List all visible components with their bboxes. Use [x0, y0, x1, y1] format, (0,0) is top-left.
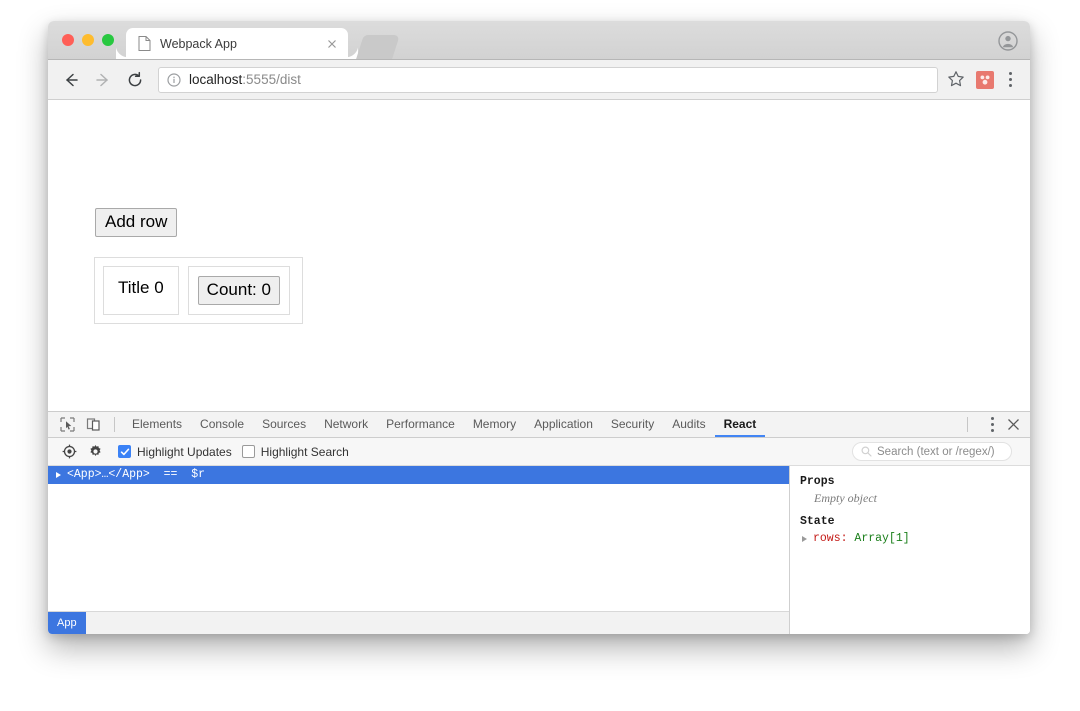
tab-network[interactable]: Network: [315, 412, 377, 437]
browser-window: Webpack App: [48, 21, 1030, 634]
arrow-left-icon[interactable]: [58, 67, 84, 93]
react-panel-body: <App>…</App> == $r App Props Empty objec…: [48, 466, 1030, 634]
tab-audits[interactable]: Audits: [663, 412, 714, 437]
react-tree-pane: <App>…</App> == $r App: [48, 466, 790, 634]
url-host: localhost: [189, 72, 242, 87]
three-dot-menu-icon[interactable]: [1000, 69, 1020, 91]
devtools-more-menu-icon[interactable]: [982, 414, 1002, 436]
extension-icon[interactable]: [976, 71, 994, 89]
checkbox-box-checked: [118, 445, 131, 458]
close-window-button[interactable]: [62, 34, 74, 46]
tab-performance[interactable]: Performance: [377, 412, 464, 437]
toolbar-divider: [114, 417, 115, 432]
checkbox-box-unchecked: [242, 445, 255, 458]
tab-elements[interactable]: Elements: [123, 412, 191, 437]
tab-sources[interactable]: Sources: [253, 412, 315, 437]
highlight-search-label: Highlight Search: [261, 445, 349, 459]
search-placeholder: Search (text or /regex/): [877, 446, 995, 458]
maximize-window-button[interactable]: [102, 34, 114, 46]
row-container: Title 0 Count: 0: [94, 257, 303, 324]
breadcrumb: App: [48, 611, 789, 634]
count-button[interactable]: Count: 0: [198, 276, 280, 305]
triangle-right-icon[interactable]: [56, 472, 61, 478]
address-bar-url: localhost:5555/dist: [189, 72, 301, 87]
highlight-updates-label: Highlight Updates: [137, 445, 232, 459]
row-title: Title 0: [103, 266, 179, 315]
browser-tab-title: Webpack App: [160, 37, 324, 51]
tab-security[interactable]: Security: [602, 412, 663, 437]
state-value: Array[1]: [854, 530, 909, 547]
search-input[interactable]: Search (text or /regex/): [852, 442, 1012, 461]
react-detail-pane: Props Empty object State rows: Array[1]: [790, 466, 1030, 634]
tree-row-app[interactable]: <App>…</App> == $r: [48, 466, 789, 484]
crosshair-target-icon[interactable]: [56, 440, 82, 464]
toolbar-divider-right: [967, 417, 968, 432]
triangle-right-icon[interactable]: [802, 536, 807, 542]
page-document-icon: [138, 36, 151, 51]
profile-avatar-icon[interactable]: [998, 31, 1018, 51]
highlight-search-checkbox[interactable]: Highlight Search: [242, 445, 349, 459]
window-controls: [62, 34, 114, 46]
star-icon[interactable]: [946, 69, 968, 91]
state-heading: State: [800, 514, 1030, 530]
tab-react[interactable]: React: [715, 412, 766, 437]
highlight-updates-checkbox[interactable]: Highlight Updates: [118, 445, 232, 459]
tree-row-label: <App>…</App> == $r: [67, 467, 205, 483]
devtools-tabbar: Elements Console Sources Network Perform…: [48, 412, 1030, 438]
react-panel-toolbar: Highlight Updates Highlight Search Searc…: [48, 438, 1030, 466]
browser-toolbar: localhost:5555/dist: [48, 60, 1030, 100]
devtools-panel: Elements Console Sources Network Perform…: [48, 411, 1030, 634]
props-heading: Props: [800, 474, 1030, 490]
browser-tab[interactable]: Webpack App: [126, 28, 348, 59]
close-icon[interactable]: [324, 36, 340, 52]
device-toolbar-icon[interactable]: [80, 414, 106, 436]
react-tree-scroll[interactable]: <App>…</App> == $r: [48, 466, 789, 611]
detail-spacer: [800, 507, 1030, 514]
address-bar[interactable]: localhost:5555/dist: [158, 67, 938, 93]
tab-memory[interactable]: Memory: [464, 412, 525, 437]
search-icon: [861, 446, 872, 457]
browser-titlebar: Webpack App: [48, 21, 1030, 60]
reload-icon[interactable]: [122, 67, 148, 93]
minimize-window-button[interactable]: [82, 34, 94, 46]
devtools-close-icon[interactable]: [1002, 414, 1024, 436]
gear-icon[interactable]: [82, 440, 108, 464]
info-circle-icon: [167, 73, 181, 87]
new-tab-button[interactable]: [356, 35, 400, 59]
add-row-button[interactable]: Add row: [95, 208, 177, 237]
inspect-element-icon[interactable]: [54, 414, 80, 436]
breadcrumb-item-app[interactable]: App: [48, 612, 86, 634]
page-viewport: Add row Title 0 Count: 0: [48, 100, 1030, 423]
row-count-container: Count: 0: [188, 266, 290, 315]
tab-application[interactable]: Application: [525, 412, 602, 437]
arrow-right-icon: [90, 67, 116, 93]
state-entry-rows[interactable]: rows: Array[1]: [800, 530, 1030, 547]
tab-console[interactable]: Console: [191, 412, 253, 437]
state-key: rows:: [813, 530, 848, 547]
props-empty-value: Empty object: [800, 490, 1030, 507]
url-path: :5555/dist: [242, 72, 301, 87]
